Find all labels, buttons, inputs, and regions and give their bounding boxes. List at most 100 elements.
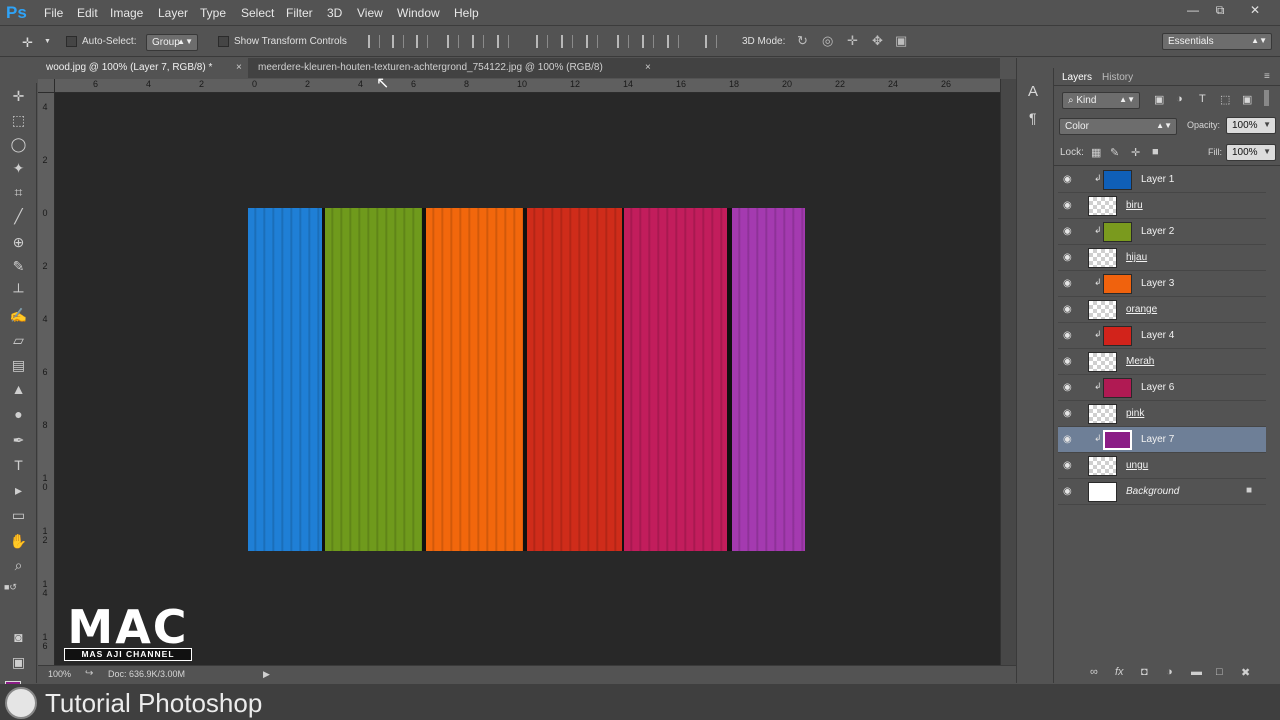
visibility-eye-icon[interactable]: ◉ xyxy=(1063,486,1072,497)
align-right-icon[interactable] xyxy=(497,35,509,48)
type-tool-icon[interactable]: T xyxy=(9,456,28,475)
menu-type[interactable]: Type xyxy=(200,6,226,20)
close-icon[interactable]: ✕ xyxy=(1240,1,1270,19)
layer-row[interactable]: ◉ pink xyxy=(1058,401,1266,427)
menu-edit[interactable]: Edit xyxy=(77,6,98,20)
menu-help[interactable]: Help xyxy=(454,6,479,20)
filter-pixel-icon[interactable]: ▣ xyxy=(1154,93,1164,106)
blur-tool-icon[interactable]: ▲ xyxy=(9,380,28,399)
align-bottom-icon[interactable] xyxy=(416,35,428,48)
filter-type-icon[interactable]: T xyxy=(1199,93,1206,105)
blend-mode-dropdown[interactable]: Color ▲▼ xyxy=(1059,118,1177,135)
marquee-tool-icon[interactable]: ⬚ xyxy=(9,111,28,130)
layer-row[interactable]: ◉ ↲ Layer 1 xyxy=(1058,167,1266,193)
layer-row[interactable]: ◉ ↲ Layer 2 xyxy=(1058,219,1266,245)
layer-row[interactable]: ◉ ↲ Layer 6 xyxy=(1058,375,1266,401)
visibility-eye-icon[interactable]: ◉ xyxy=(1063,200,1072,211)
crop-tool-icon[interactable]: ⌗ xyxy=(9,183,28,202)
distribute-vcenter-icon[interactable] xyxy=(561,35,573,48)
menu-select[interactable]: Select xyxy=(241,6,274,20)
visibility-eye-icon[interactable]: ◉ xyxy=(1063,382,1072,393)
layer-row[interactable]: ◉ biru xyxy=(1058,193,1266,219)
visibility-eye-icon[interactable]: ◉ xyxy=(1063,304,1072,315)
new-layer-icon[interactable]: □ xyxy=(1216,666,1223,678)
filter-shape-icon[interactable]: ⬚ xyxy=(1220,93,1230,106)
workspace-dropdown[interactable]: Essentials ▲▼ xyxy=(1162,33,1272,50)
horizontal-ruler[interactable]: 6 4 2 0 2 4 6 8 10 12 14 16 18 20 22 24 … xyxy=(55,79,1000,93)
3d-scale-icon[interactable]: ▣ xyxy=(895,33,907,49)
lock-position-icon[interactable]: ✛ xyxy=(1131,146,1140,159)
menu-3d[interactable]: 3D xyxy=(327,6,342,20)
status-menu-arrow-icon[interactable]: ▶ xyxy=(263,669,270,680)
3d-rotate-icon[interactable]: ↻ xyxy=(797,33,808,49)
visibility-eye-icon[interactable]: ◉ xyxy=(1063,460,1072,471)
screen-mode-icon[interactable]: ▣ xyxy=(9,653,28,672)
magic-wand-tool-icon[interactable]: ✦ xyxy=(9,159,28,178)
chevron-down-icon[interactable]: ▼ xyxy=(44,38,51,45)
close-icon[interactable]: × xyxy=(645,62,651,73)
filter-adjustment-icon[interactable]: ◑ xyxy=(1176,93,1183,105)
visibility-eye-icon[interactable]: ◉ xyxy=(1063,226,1072,237)
distribute-hcenter-icon[interactable] xyxy=(642,35,654,48)
menu-image[interactable]: Image xyxy=(110,6,143,20)
path-selection-tool-icon[interactable]: ▸ xyxy=(9,481,28,500)
filter-kind-dropdown[interactable]: ⌕ Kind ▲▼ xyxy=(1062,92,1140,109)
pen-tool-icon[interactable]: ✒ xyxy=(9,431,28,450)
tab-wood[interactable]: wood.jpg @ 100% (Layer 7, RGB/8) * xyxy=(38,58,248,78)
menu-filter[interactable]: Filter xyxy=(286,6,313,20)
eraser-tool-icon[interactable]: ▱ xyxy=(9,331,28,350)
opacity-field[interactable]: 100% ▼ xyxy=(1226,117,1276,134)
auto-align-icon[interactable] xyxy=(705,35,717,48)
3d-roll-icon[interactable]: ◎ xyxy=(822,33,833,49)
hand-tool-icon[interactable]: ✋ xyxy=(9,532,28,551)
auto-select-dropdown[interactable]: Group ▲▼ xyxy=(146,34,198,51)
share-icon[interactable]: ↪ xyxy=(85,668,93,679)
filter-smart-object-icon[interactable]: ▣ xyxy=(1242,93,1252,106)
clone-stamp-tool-icon[interactable]: ┴ xyxy=(9,282,28,301)
lock-image-icon[interactable]: ✎ xyxy=(1110,146,1119,159)
visibility-eye-icon[interactable]: ◉ xyxy=(1063,434,1072,445)
distribute-bottom-icon[interactable] xyxy=(586,35,598,48)
menu-layer[interactable]: Layer xyxy=(158,6,188,20)
menu-view[interactable]: View xyxy=(357,6,383,20)
link-layers-icon[interactable]: ∞ xyxy=(1090,666,1098,678)
vertical-ruler[interactable]: 4 2 0 2 4 6 8 1 0 1 2 1 4 1 6 xyxy=(38,93,55,665)
dodge-tool-icon[interactable]: ● xyxy=(9,405,28,424)
align-vcenter-icon[interactable] xyxy=(392,35,404,48)
document-image[interactable] xyxy=(248,208,805,551)
layer-row[interactable]: ◉ Background ■ xyxy=(1058,479,1266,505)
lasso-tool-icon[interactable]: ◯ xyxy=(9,135,28,154)
move-icon[interactable]: ✛ xyxy=(22,35,33,51)
visibility-eye-icon[interactable]: ◉ xyxy=(1063,252,1072,263)
layer-row[interactable]: ◉ Merah xyxy=(1058,349,1266,375)
tab-layers[interactable]: Layers xyxy=(1057,70,1098,85)
close-icon[interactable]: × xyxy=(236,62,242,73)
minimize-icon[interactable]: — xyxy=(1178,1,1208,19)
healing-brush-tool-icon[interactable]: ⊕ xyxy=(9,233,28,252)
move-tool-icon[interactable]: ✛ xyxy=(9,87,28,106)
tab-history[interactable]: History xyxy=(1097,70,1138,85)
vertical-scrollbar[interactable] xyxy=(1000,79,1016,665)
ruler-origin[interactable] xyxy=(38,79,55,93)
lock-transparent-icon[interactable]: ▦ xyxy=(1091,146,1101,159)
add-mask-icon[interactable]: ◘ xyxy=(1141,666,1148,678)
visibility-eye-icon[interactable]: ◉ xyxy=(1063,356,1072,367)
zoom-level[interactable]: 100% xyxy=(48,669,71,679)
quick-mask-icon[interactable]: ◙ xyxy=(9,628,28,647)
fill-field[interactable]: 100% ▼ xyxy=(1226,144,1276,161)
layer-row[interactable]: ◉ ↲ Layer 3 xyxy=(1058,271,1266,297)
lock-all-icon[interactable]: ■ xyxy=(1152,146,1159,158)
character-panel-icon[interactable]: A xyxy=(1028,83,1038,100)
layer-row[interactable]: ◉ ungu xyxy=(1058,453,1266,479)
align-hcenter-icon[interactable] xyxy=(472,35,484,48)
history-brush-tool-icon[interactable]: ✍ xyxy=(9,306,28,325)
3d-slide-icon[interactable]: ✥ xyxy=(872,33,883,49)
visibility-eye-icon[interactable]: ◉ xyxy=(1063,278,1072,289)
visibility-eye-icon[interactable]: ◉ xyxy=(1063,174,1072,185)
menu-window[interactable]: Window xyxy=(397,6,440,20)
align-top-icon[interactable] xyxy=(368,35,380,48)
align-left-icon[interactable] xyxy=(447,35,459,48)
layer-row[interactable]: ◉ ↲ Layer 4 xyxy=(1058,323,1266,349)
menu-file[interactable]: File xyxy=(44,6,63,20)
layer-row-selected[interactable]: ◉ ↲ Layer 7 xyxy=(1058,427,1266,453)
